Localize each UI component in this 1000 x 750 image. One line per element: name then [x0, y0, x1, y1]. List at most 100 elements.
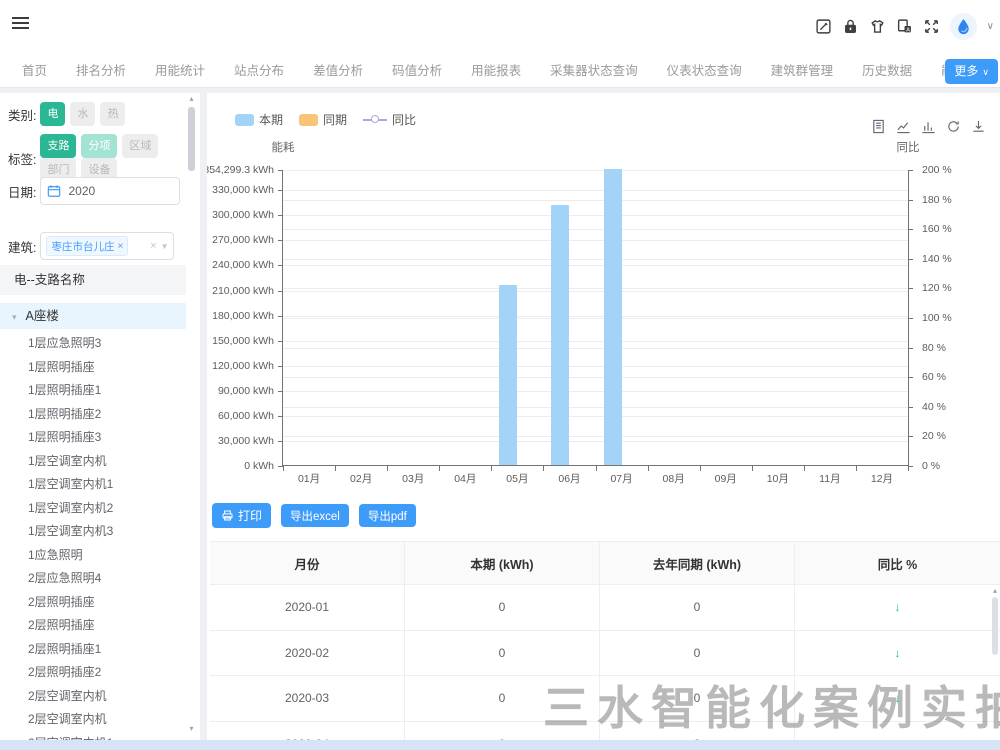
tree-item[interactable]: 2层照明插座 [0, 614, 186, 638]
tree-item[interactable]: 2层空调室内机 [0, 685, 186, 709]
tree-item[interactable]: 2层照明插座 [0, 591, 186, 615]
tree-root-node[interactable]: ▾A座楼 [0, 303, 186, 329]
top-bar: A ∨ [0, 0, 1000, 55]
table-scroll-up-icon[interactable]: ▴ [991, 587, 999, 595]
table-scrollbar-thumb[interactable] [992, 597, 998, 655]
bar-chart-icon[interactable] [921, 119, 936, 134]
restore-icon[interactable] [946, 119, 961, 134]
tree-item[interactable]: 1层照明插座2 [0, 403, 186, 427]
tree-header: 电--支路名称 [0, 265, 186, 295]
table-cell: 0 [405, 585, 600, 630]
chevron-down-icon[interactable]: ∨ [987, 21, 994, 32]
x-axis-tick-label: 02月 [350, 471, 372, 486]
brand-logo[interactable] [950, 13, 977, 40]
table-scrollbar[interactable]: ▴ [991, 587, 999, 737]
gridline [283, 265, 908, 266]
tab-item[interactable]: 站点分布 [226, 55, 292, 87]
line-chart-icon[interactable] [896, 119, 911, 134]
tree-item[interactable]: 1层空调室内机3 [0, 520, 186, 544]
tab-item[interactable]: 码值分析 [384, 55, 450, 87]
sidebar-scrollbar[interactable]: ▴ ▾ [187, 95, 196, 737]
select-clear-icon[interactable]: × [150, 240, 156, 252]
language-card-icon[interactable]: A [896, 18, 913, 35]
tree-item[interactable]: 1层应急照明3 [0, 332, 186, 356]
tree-item[interactable]: 1层空调室内机1 [0, 473, 186, 497]
tree-item[interactable]: 1层照明插座 [0, 356, 186, 380]
category-label: 类别: [8, 105, 36, 124]
tab-item[interactable]: 差值分析 [305, 55, 371, 87]
nav-tab-bar: 首页排名分析用能统计站点分布差值分析码值分析用能报表采集器状态查询仪表状态查询建… [0, 55, 1000, 88]
fullscreen-icon[interactable] [923, 18, 940, 35]
tree-item[interactable]: 1应急照明 [0, 544, 186, 568]
tree-item[interactable]: 2层照明插座1 [0, 638, 186, 662]
tree-item[interactable]: 1层空调室内机2 [0, 497, 186, 521]
tree-item[interactable]: 1层照明插座3 [0, 426, 186, 450]
bottom-scrollbar-strip[interactable] [0, 740, 1000, 750]
calendar-icon [47, 184, 61, 198]
x-axis-tick [804, 466, 805, 471]
download-icon[interactable] [971, 119, 986, 134]
building-select[interactable]: 枣庄市台儿庄× × ▼ [40, 232, 174, 260]
print-button[interactable]: 打印 [212, 503, 271, 528]
tree-item[interactable]: 2层空调室内机 [0, 708, 186, 732]
tab-item[interactable]: 排名分析 [68, 55, 134, 87]
data-view-icon[interactable] [871, 119, 886, 134]
gridline [283, 291, 908, 292]
date-picker[interactable] [40, 177, 180, 205]
legend-item-3[interactable]: 同比 [363, 111, 416, 128]
tab-item[interactable]: 采集器状态查询 [542, 55, 646, 87]
x-axis-tick [543, 466, 544, 471]
legend-item-2[interactable]: 同期 [299, 111, 347, 128]
table-cell: ↓ [795, 631, 1000, 676]
tab-item[interactable]: 首页 [14, 55, 55, 87]
hamburger-menu-icon[interactable] [12, 17, 29, 30]
tree-item[interactable]: 2层照明插座2 [0, 661, 186, 685]
tab-list: 首页排名分析用能统计站点分布差值分析码值分析用能报表采集器状态查询仪表状态查询建… [14, 55, 1000, 87]
category-chip[interactable]: 水 [70, 102, 95, 126]
chart-toolbox [871, 119, 986, 134]
tab-item[interactable]: 建筑群管理 [763, 55, 842, 87]
printer-icon [221, 509, 234, 522]
export-excel-button[interactable]: 导出excel [281, 504, 349, 527]
theme-shirt-icon[interactable] [869, 18, 886, 35]
tab-item[interactable]: 仪表状态查询 [659, 55, 750, 87]
left-axis-tick-label: 270,000 kWh [212, 234, 274, 246]
table-body: 2020-0100↓2020-0200↓2020-0300↓2020-0400↓ [210, 585, 1000, 740]
left-axis-tick [278, 170, 283, 171]
date-input[interactable] [66, 183, 150, 199]
scroll-down-arrow-icon[interactable]: ▾ [187, 725, 196, 733]
tree-item[interactable]: 2层应急照明4 [0, 567, 186, 591]
tree-item[interactable]: 2层空调室内机1 [0, 732, 186, 741]
tag-chip[interactable]: 区域 [122, 134, 158, 158]
legend-line-marker-icon [371, 115, 379, 123]
gridline [283, 200, 908, 201]
legend-item-1[interactable]: 本期 [235, 111, 283, 128]
category-chip[interactable]: 热 [100, 102, 125, 126]
tab-item[interactable]: 历史数据 [854, 55, 920, 87]
category-chip[interactable]: 电 [40, 102, 65, 126]
lock-icon[interactable] [842, 18, 859, 35]
more-button[interactable]: 更多∨ [945, 59, 998, 84]
legend-line-swatch [363, 119, 387, 121]
scrollbar-thumb[interactable] [188, 107, 195, 171]
left-axis-tick [278, 366, 283, 367]
gridline [283, 190, 908, 191]
tag-close-icon[interactable]: × [117, 241, 123, 252]
note-edit-icon[interactable] [815, 18, 832, 35]
scroll-up-arrow-icon[interactable]: ▴ [187, 95, 196, 103]
tree-item[interactable]: 1层空调室内机 [0, 450, 186, 474]
select-caret-icon[interactable]: ▼ [161, 242, 169, 251]
tab-item[interactable]: 用能报表 [463, 55, 529, 87]
export-pdf-button[interactable]: 导出pdf [359, 504, 416, 527]
tag-chip[interactable]: 分项 [81, 134, 117, 158]
left-axis-tick [278, 240, 283, 241]
left-axis-tick [278, 316, 283, 317]
tree-expand-caret-icon[interactable]: ▾ [12, 312, 17, 322]
tag-chip[interactable]: 支路 [40, 134, 76, 158]
x-axis-tick [335, 466, 336, 471]
print-button-label: 打印 [238, 507, 262, 524]
right-axis-tick-label: 180 % [922, 194, 952, 206]
tree-item[interactable]: 1层照明插座1 [0, 379, 186, 403]
table-cell: 0 [600, 585, 795, 630]
tab-item[interactable]: 用能统计 [147, 55, 213, 87]
